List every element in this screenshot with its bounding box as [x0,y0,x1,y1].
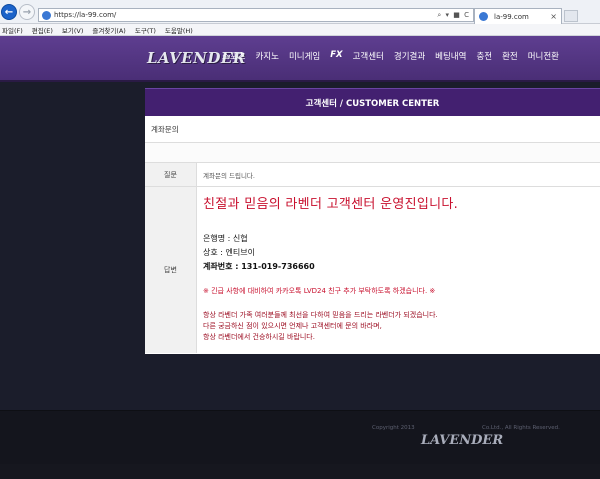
search-refresh-icons[interactable]: ⌕ ▾ ■ C [437,11,473,20]
tab-favicon-icon [479,12,488,21]
new-tab-button[interactable] [564,10,578,22]
customer-center-title-bar: 고객센터 / CUSTOMER CENTER [145,88,600,116]
answer-row: 답변 친절과 믿음의 라벤더 고객센터 운영진입니다. 은행명 : 신협 상호 … [145,187,600,353]
thanks-line-3: 항상 라벤더에서 건승하시길 바랍니다. [203,333,315,341]
thanks-line-2: 다른 궁금하신 점이 있으시면 언제나 고객센터에 문의 바라며, [203,322,382,330]
menu-edit[interactable]: 편집(E) [32,25,53,35]
footer-bottom-strip [0,464,600,479]
url-text[interactable]: https://la-99.com/ [54,11,437,19]
browser-tab[interactable]: la-99.com × [474,8,562,24]
nav-money-exchange[interactable]: 머니전환 [528,50,559,62]
nav-withdraw[interactable]: 환전 [502,50,518,62]
bank-name: 은행명 : 신협 [203,234,248,243]
nav-sports[interactable]: 스포츠 [222,50,245,62]
answer-label: 답변 [145,187,197,353]
panel-spacer-row [145,143,600,163]
nav-minigame[interactable]: 미니게임 [289,50,320,62]
back-arrow-icon[interactable]: ← [1,4,17,20]
nav-casino[interactable]: 카지노 [255,50,278,62]
footer-copyright: Copyright 2013 [372,425,415,431]
inquiry-heading: 계좌문의 [145,116,600,143]
answer-heading: 친절과 믿음의 라벤더 고객센터 운영진입니다. [203,197,459,212]
address-bar[interactable]: https://la-99.com/ ⌕ ▾ ■ C [38,8,474,22]
site-footer: Copyright 2013 Co.Ltd., All Rights Reser… [0,410,600,464]
main-nav: 스포츠 카지노 미니게임 FX 고객센터 경기결과 베팅내역 충전 환전 머니전… [222,50,569,62]
nav-results[interactable]: 경기결과 [394,50,425,62]
site-header: LAVENDER 스포츠 카지노 미니게임 FX 고객센터 경기결과 베팅내역 … [0,36,600,82]
menu-favorites[interactable]: 즐겨찾기(A) [92,25,125,35]
customer-center-title: 고객센터 / CUSTOMER CENTER [305,98,440,109]
page-background-bottom [0,354,600,410]
account-number: 계좌번호 : 131-019-736660 [203,262,315,271]
question-text: 계좌문의 드립니다. [203,171,255,180]
menu-view[interactable]: 보기(V) [62,25,83,35]
tab-title: la-99.com [494,12,529,21]
menu-tools[interactable]: 도구(T) [135,25,156,35]
browser-toolbar: ← → https://la-99.com/ ⌕ ▾ ■ C la-99.com… [0,0,600,24]
footer-rights: Co.Ltd., All Rights Reserved. [482,425,560,431]
menu-file[interactable]: 파일(F) [2,25,23,35]
forward-arrow-icon[interactable]: → [19,4,35,20]
site-favicon-icon [42,10,51,20]
kakaotalk-notice: ※ 긴급 사항에 대비하여 카카오톡 LVD24 친구 추가 부탁하도록 하겠습… [203,287,436,295]
question-label: 질문 [145,163,197,186]
nav-customer-center[interactable]: 고객센터 [353,50,384,62]
thanks-line-1: 항상 라벤더 가족 여러분들께 최선을 다하여 믿음을 드리는 라벤더가 되겠습… [203,311,438,319]
footer-logo: LAVENDER [421,433,504,448]
question-row: 질문 계좌문의 드립니다. [145,163,600,187]
nav-deposit[interactable]: 충전 [476,50,492,62]
company-name: 상호 : 엔티브이 [203,248,255,257]
nav-bet-history[interactable]: 베팅내역 [435,50,466,62]
browser-menubar: 파일(F) 편집(E) 보기(V) 즐겨찾기(A) 도구(T) 도움말(H) [0,24,600,36]
answer-body: 친절과 믿음의 라벤더 고객센터 운영진입니다. 은행명 : 신협 상호 : 엔… [197,187,600,353]
menu-help[interactable]: 도움말(H) [165,25,193,35]
tab-close-icon[interactable]: × [550,12,561,21]
inquiry-panel: 계좌문의 질문 계좌문의 드립니다. 답변 친절과 믿음의 라벤더 고객센터 운… [145,116,600,354]
nav-fx[interactable]: FX [330,50,342,62]
